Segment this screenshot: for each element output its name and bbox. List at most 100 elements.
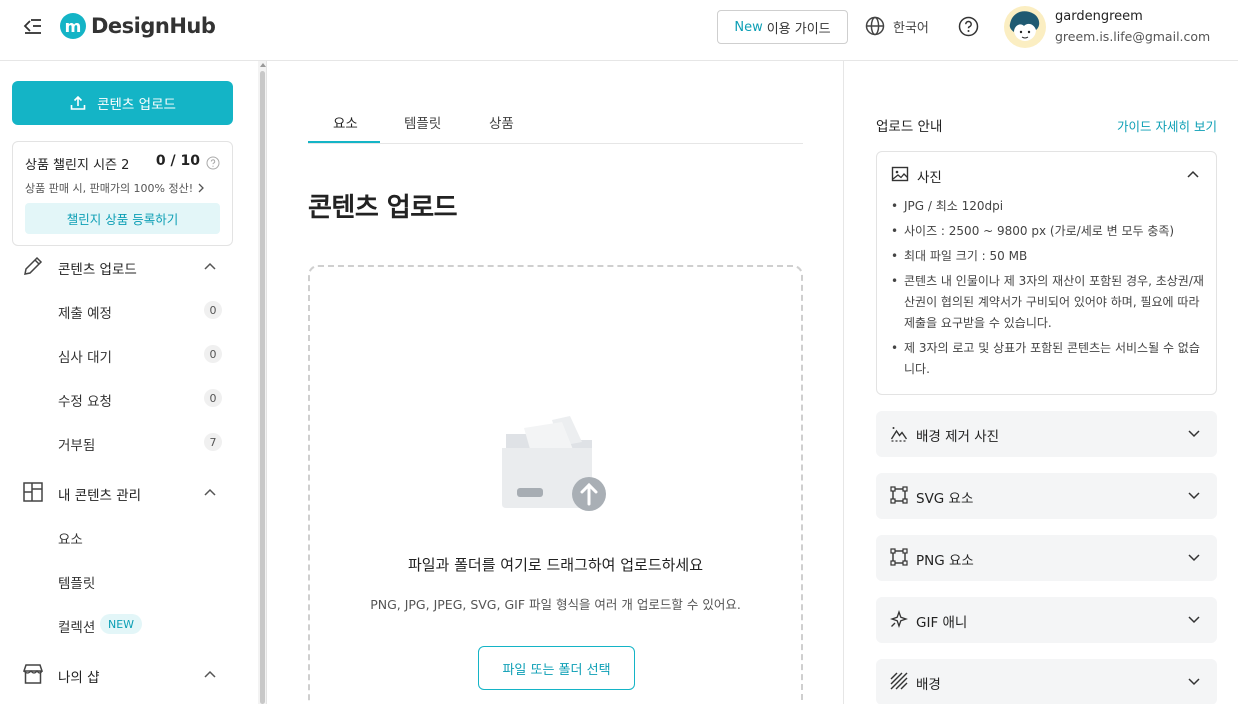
chevron-up-icon — [1187, 170, 1199, 178]
upload-guide-panel: 업로드 안내 가이드 자세히 보기 사진 JPG / 최소 120dpi 사이즈… — [844, 61, 1238, 704]
store-icon — [22, 664, 44, 684]
sidebar-item-review-waiting[interactable]: 심사 대기 0 — [0, 336, 258, 372]
rule-item: 사이즈 : 2500 ~ 9800 px (가로/세로 변 모두 충족) — [891, 221, 1207, 242]
language-label: 한국어 — [893, 20, 929, 36]
accordion-background[interactable]: 배경 — [876, 659, 1217, 704]
file-dropzone[interactable]: 파일과 폴더를 여기로 드래그하여 업로드하세요 PNG, JPG, JPEG,… — [308, 265, 803, 704]
avatar[interactable] — [1004, 6, 1046, 48]
count-badge: 0 — [204, 301, 222, 319]
top-header: m DesignHub New 이용 가이드 한국어 gardengreem g… — [0, 0, 1238, 61]
chevron-down-icon — [1188, 678, 1200, 686]
accordion-gif-animation[interactable]: GIF 애니 — [876, 597, 1217, 643]
sidebar-item-label: 수정 요청 — [58, 394, 112, 410]
content-upload-button[interactable]: 콘텐츠 업로드 — [12, 81, 233, 125]
chevron-down-icon — [1188, 430, 1200, 438]
tab-products[interactable]: 상품 — [489, 112, 514, 132]
sidebar: 콘텐츠 업로드 상품 챌린지 시즌 2 0 / 10 상품 판매 시, 판매가의… — [0, 61, 258, 704]
vector-square-icon — [890, 486, 908, 504]
sidebar-item-label: 거부됨 — [58, 438, 96, 454]
designhub-logo[interactable]: m DesignHub — [60, 13, 216, 39]
dropzone-title: 파일과 폴더를 여기로 드래그하여 업로드하세요 — [407, 556, 704, 574]
chevron-up-icon — [204, 670, 216, 678]
sidebar-item-label: 템플릿 — [58, 576, 96, 592]
new-badge: NEW — [100, 614, 143, 634]
folder-upload-icon — [502, 416, 606, 511]
challenge-card: 상품 챌린지 시즌 2 0 / 10 상품 판매 시, 판매가의 100% 정산… — [12, 141, 233, 246]
accordion-svg-element[interactable]: SVG 요소 — [876, 473, 1217, 519]
scroll-up-arrow[interactable] — [260, 63, 266, 67]
rule-item: JPG / 최소 120dpi — [891, 196, 1207, 217]
main-content: 요소 템플릿 상품 콘텐츠 업로드 파일과 폴더를 여기로 드래그하여 업로드하… — [268, 61, 843, 704]
pencil-icon — [24, 256, 43, 275]
user-email: greem.is.life@gmail.com — [1055, 29, 1211, 44]
chevron-down-icon — [1188, 492, 1200, 500]
tab-elements[interactable]: 요소 — [333, 112, 358, 132]
accordion-label: 사진 — [917, 170, 942, 186]
sidebar-scrollbar[interactable] — [258, 61, 267, 704]
globe-icon — [865, 16, 885, 36]
count-badge: 7 — [204, 433, 222, 451]
nav-group-my-content[interactable]: 내 콘텐츠 관리 — [0, 474, 258, 510]
page-title: 콘텐츠 업로드 — [308, 193, 458, 223]
guide-detail-link[interactable]: 가이드 자세히 보기 — [1117, 116, 1217, 135]
nav-group-content-upload[interactable]: 콘텐츠 업로드 — [0, 248, 258, 284]
accordion-photo: 사진 JPG / 최소 120dpi 사이즈 : 2500 ~ 9800 px … — [876, 151, 1217, 395]
challenge-subtitle-link[interactable]: 상품 판매 시, 판매가의 100% 정산! — [25, 180, 205, 196]
chevron-down-icon — [1188, 616, 1200, 624]
user-name: gardengreem — [1055, 9, 1143, 24]
nav-group-label: 콘텐츠 업로드 — [58, 262, 137, 278]
sidebar-item-label: 제출 예정 — [58, 306, 112, 322]
scroll-thumb[interactable] — [260, 71, 265, 704]
tab-templates[interactable]: 템플릿 — [404, 112, 441, 132]
sparkle-star-icon — [890, 610, 908, 628]
nav-group-my-shop[interactable]: 나의 샵 — [0, 656, 258, 692]
chevron-right-icon — [198, 183, 205, 193]
count-badge: 0 — [204, 345, 222, 363]
accordion-bg-removed-photo[interactable]: 배경 제거 사진 — [876, 411, 1217, 457]
guide-label: 이용 가이드 — [766, 21, 831, 37]
accordion-photo-header[interactable]: 사진 — [877, 152, 1216, 196]
sidebar-item-collection[interactable]: 컬렉션 NEW — [0, 606, 258, 642]
challenge-title: 상품 챌린지 시즌 2 — [25, 158, 130, 173]
sidebar-item-elements[interactable]: 요소 — [0, 518, 258, 554]
challenge-count: 0 / 10 — [155, 153, 200, 169]
chevron-down-icon — [1188, 554, 1200, 562]
dropzone-subtitle: PNG, JPG, JPEG, SVG, GIF 파일 형식을 여러 개 업로드… — [370, 597, 741, 612]
challenge-subtitle: 상품 판매 시, 판매가의 100% 정산! — [25, 182, 194, 195]
designhub-upload-page: m DesignHub New 이용 가이드 한국어 gardengreem g… — [0, 0, 1238, 704]
rule-item: 최대 파일 크기 : 50 MB — [891, 246, 1207, 267]
accordion-label: GIF 애니 — [916, 615, 968, 631]
sidebar-item-templates[interactable]: 템플릿 — [0, 562, 258, 598]
accordion-label: 배경 제거 사진 — [916, 429, 1000, 445]
accordion-png-element[interactable]: PNG 요소 — [876, 535, 1217, 581]
rule-item: 제 3자의 로고 및 상표가 포함된 콘텐츠는 서비스될 수 없습니다. — [891, 338, 1207, 380]
accordion-label: 배경 — [916, 677, 941, 693]
sidebar-item-rejected[interactable]: 거부됨 7 — [0, 424, 258, 460]
nav-group-label: 나의 샵 — [58, 670, 100, 686]
sidebar-item-label: 컬렉션 — [58, 620, 96, 636]
help-icon[interactable] — [958, 16, 979, 37]
mountain-cutout-icon — [890, 427, 908, 442]
select-files-button[interactable]: 파일 또는 폴더 선택 — [478, 646, 635, 690]
vector-square-icon — [890, 548, 908, 566]
challenge-register-button[interactable]: 챌린지 상품 등록하기 — [25, 203, 220, 234]
guide-new-label: New — [734, 19, 763, 35]
chevron-up-icon — [204, 262, 216, 270]
chevron-up-icon — [204, 488, 216, 496]
accordion-label: SVG 요소 — [916, 491, 974, 507]
language-selector[interactable]: 한국어 — [865, 16, 929, 36]
sidebar-item-pending-submission[interactable]: 제출 예정 0 — [0, 292, 258, 328]
rule-item: 콘텐츠 내 인물이나 제 3자의 재산이 포함된 경우, 초상권/재산권이 협의… — [891, 271, 1207, 334]
active-tab-indicator — [308, 141, 380, 143]
usage-guide-button[interactable]: New 이용 가이드 — [717, 10, 848, 44]
upload-button-label: 콘텐츠 업로드 — [97, 97, 176, 113]
upload-icon — [70, 95, 86, 110]
info-icon[interactable] — [206, 155, 220, 170]
count-badge: 0 — [204, 389, 222, 407]
sidebar-item-label: 심사 대기 — [58, 350, 112, 366]
menu-collapse-icon[interactable] — [22, 17, 42, 37]
accordion-label: PNG 요소 — [916, 553, 974, 569]
sidebar-item-revision-request[interactable]: 수정 요청 0 — [0, 380, 258, 416]
nav-group-label: 내 콘텐츠 관리 — [58, 488, 142, 504]
content-type-tabs: 요소 템플릿 상품 — [308, 99, 803, 144]
